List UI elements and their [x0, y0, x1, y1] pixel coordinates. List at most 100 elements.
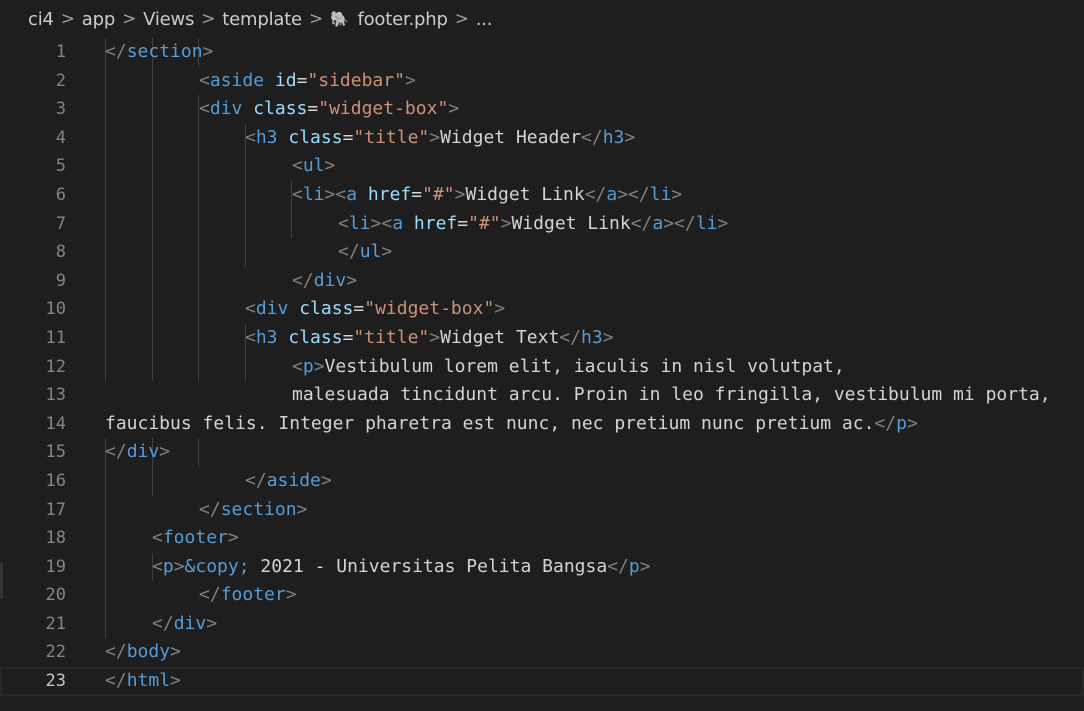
line-number: 10 — [45, 299, 66, 320]
indent-guide — [105, 295, 106, 324]
indent-guide — [198, 352, 199, 382]
line-number: 20 — [45, 585, 66, 606]
indent-guide — [198, 152, 199, 181]
indent-guide — [152, 123, 153, 153]
code-text: </div> — [152, 612, 218, 634]
indent-guide — [105, 66, 106, 96]
breadcrumb-item-template[interactable]: template — [222, 9, 302, 30]
indent-guide — [152, 238, 153, 267]
code-line[interactable]: 5 <ul> — [0, 152, 1084, 181]
indent-guide — [245, 152, 246, 181]
code-text: <div class="widget-box"> — [199, 98, 460, 120]
indent-guide — [105, 238, 106, 267]
breadcrumb-item-views[interactable]: Views — [143, 9, 194, 30]
code-text: <ul> — [292, 155, 336, 177]
code-line[interactable]: 3 <div class="widget-box"> — [0, 95, 1084, 124]
chevron-right-icon: > — [201, 9, 216, 29]
code-line[interactable]: 21 </div> — [0, 609, 1084, 639]
indent-guide — [105, 95, 106, 124]
code-line[interactable]: 20 </footer> — [0, 581, 1084, 610]
indent-guide — [152, 323, 153, 353]
code-line[interactable]: 11 <h3 class="title">Widget Text</h3> — [0, 323, 1084, 353]
code-line[interactable]: 12 <p>Vestibulum lorem elit, iaculis in n… — [0, 352, 1084, 382]
indent-guide — [152, 152, 153, 181]
line-number: 11 — [45, 327, 66, 348]
indent-guide — [198, 123, 199, 153]
indent-guide — [105, 552, 106, 582]
chevron-right-icon: > — [308, 9, 323, 29]
code-line[interactable]: 10 <div class="widget-box"> — [0, 295, 1084, 324]
code-text: <h3 class="title">Widget Header</h3> — [245, 126, 636, 148]
code-line[interactable]: 2 <aside id="sidebar"> — [0, 66, 1084, 96]
indent-guide — [245, 209, 246, 239]
indent-guide — [105, 266, 106, 296]
indent-guide — [105, 209, 106, 239]
code-line[interactable]: 18 <footer> — [0, 524, 1084, 553]
code-text: <footer> — [152, 527, 239, 549]
code-line[interactable]: 14 faucibus felis. Integer pharetra est n… — [0, 410, 1084, 439]
line-number: 3 — [55, 99, 66, 120]
indent-guide — [198, 323, 199, 353]
code-line[interactable]: 7 <li><a href="#">Widget Link</a></li> — [0, 209, 1084, 239]
breadcrumb-item-file[interactable]: footer.php — [357, 9, 447, 30]
code-text: malesuada tincidunt arcu. Proin in leo f… — [292, 384, 1051, 406]
line-number: 22 — [45, 642, 66, 663]
indent-guide — [105, 180, 106, 210]
code-line[interactable]: 23 </html> — [0, 667, 1084, 696]
line-number: 8 — [55, 242, 66, 263]
code-text: <li><a href="#">Widget Link</a></li> — [338, 212, 729, 234]
line-number: 18 — [45, 528, 66, 549]
code-text: </footer> — [199, 584, 297, 606]
code-line[interactable]: 15 </div> — [0, 438, 1084, 467]
code-line[interactable]: 19 <p>&copy; 2021 - Universitas Pelita Ba… — [0, 552, 1084, 582]
code-line[interactable]: 4 <h3 class="title">Widget Header</h3> — [0, 123, 1084, 153]
chevron-right-icon: > — [454, 9, 469, 29]
indent-guide — [152, 466, 153, 496]
code-line[interactable]: 6 <li><a href="#">Widget Link</a></li> — [0, 180, 1084, 210]
code-text: </ul> — [338, 241, 393, 263]
breadcrumb-item-app[interactable]: app — [82, 9, 115, 30]
code-line[interactable]: 9 </div> — [0, 266, 1084, 296]
indent-guide — [198, 295, 199, 324]
indent-guide — [105, 323, 106, 353]
code-text: <li><a href="#">Widget Link</a></li> — [292, 183, 683, 205]
code-text: </section> — [105, 41, 214, 62]
code-text: </html> — [105, 670, 181, 692]
line-number: 7 — [55, 213, 66, 234]
indent-guide — [152, 180, 153, 210]
indent-guide — [105, 609, 106, 639]
line-number: 9 — [55, 270, 66, 291]
code-line[interactable]: 16 </aside> — [0, 466, 1084, 496]
indent-guide — [245, 352, 246, 382]
code-line[interactable]: 1 </section> — [0, 38, 1084, 67]
code-text: <p>Vestibulum lorem elit, iaculis in nis… — [292, 355, 845, 377]
code-editor[interactable]: 1 </section> 2 <aside id="sidebar"> 3 <div cl… — [0, 38, 1084, 696]
indent-guide — [198, 438, 199, 467]
breadcrumb-item-ci4[interactable]: ci4 — [28, 9, 54, 30]
line-number: 13 — [45, 385, 66, 406]
code-line[interactable]: 8 </ul> — [0, 238, 1084, 267]
line-number: 5 — [55, 156, 66, 177]
indent-guide — [291, 209, 292, 239]
line-number: 2 — [55, 70, 66, 91]
indent-guide — [198, 209, 199, 239]
code-line[interactable]: 13 malesuada tincidunt arcu. Proin in leo… — [0, 381, 1084, 410]
code-line[interactable]: 17 </section> — [0, 495, 1084, 525]
line-number: 4 — [55, 127, 66, 148]
code-line[interactable]: 22 </body> — [0, 638, 1084, 667]
indent-guide — [105, 352, 106, 382]
indent-guide — [152, 266, 153, 296]
indent-guide — [105, 524, 106, 553]
line-number: 15 — [45, 442, 66, 463]
indent-guide — [152, 295, 153, 324]
code-text: </div> — [105, 441, 171, 463]
breadcrumb-item-symbols[interactable]: ... — [476, 9, 493, 30]
indent-guide — [105, 123, 106, 153]
line-number: 1 — [55, 42, 66, 62]
code-text: <h3 class="title">Widget Text</h3> — [245, 326, 614, 348]
line-number: 16 — [45, 470, 66, 491]
indent-guide — [245, 180, 246, 210]
line-number: 23 — [45, 671, 66, 692]
line-number: 6 — [55, 184, 66, 205]
code-text: </aside> — [245, 469, 332, 491]
